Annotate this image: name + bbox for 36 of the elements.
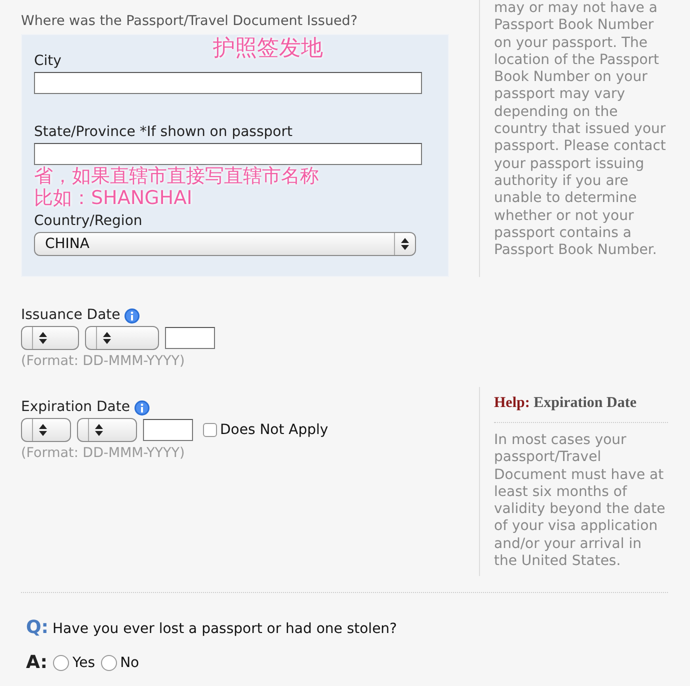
annotation: 省，如果直辖市直接写直辖市名称 [34,165,320,187]
field-label: Country/Region [34,213,144,230]
day-select[interactable] [21,418,71,442]
month-select[interactable] [85,326,159,350]
help-title: Help: Expiration Date [494,387,668,423]
help-text: may or may not have a Passport Book Number on your passport. The location of the Passport Book Number on your passport may vary depending on the country that issued your passport. Please contact your passport issuing authority if you are unable to determine whether or not your passport contains a Passport Book Number. [494,0,667,260]
year-field[interactable] [165,327,215,349]
radio-option[interactable]: Yes [53,654,96,671]
annotation: 护照签发地 [213,35,323,63]
info-icon[interactable] [134,400,150,416]
info-icon[interactable] [124,308,140,324]
state-field[interactable] [34,143,422,165]
stepper-icon [39,424,47,436]
format-hint: (Format: DD-MMM-YYYY) [21,445,186,461]
month-select[interactable] [77,418,137,442]
country-select[interactable]: CHINA [34,232,416,256]
format-hint: (Format: DD-MMM-YYYY) [21,353,186,369]
field-label: Issuance Date [21,307,120,324]
stepper-icon [95,424,103,436]
field-label: Expiration Date [21,399,130,416]
question-mark: Q: [26,617,48,638]
help-text: In most cases your passport/Travel Document must have at least six months of validity beyond the date of your visa application and/or your arrival in the United States. [494,432,666,570]
annotation: 比如：SHANGHAI [34,187,194,209]
city-field[interactable] [34,72,422,94]
radio-option[interactable]: No [101,654,140,671]
field-label: State/Province *If shown on passport [34,124,294,141]
section-heading: Where was the Passport/Travel Document Issued? [21,13,359,29]
stepper-icon [39,332,47,344]
stepper-icon [401,238,409,250]
question-text: Have you ever lost a passport or had one stolen? [52,621,397,638]
field-label: City [34,53,62,70]
year-field[interactable] [143,419,193,441]
day-select[interactable] [21,326,79,350]
answer-mark: A: [26,652,48,674]
stepper-icon [103,332,111,344]
does-not-apply-checkbox[interactable]: Does Not Apply [203,422,328,438]
